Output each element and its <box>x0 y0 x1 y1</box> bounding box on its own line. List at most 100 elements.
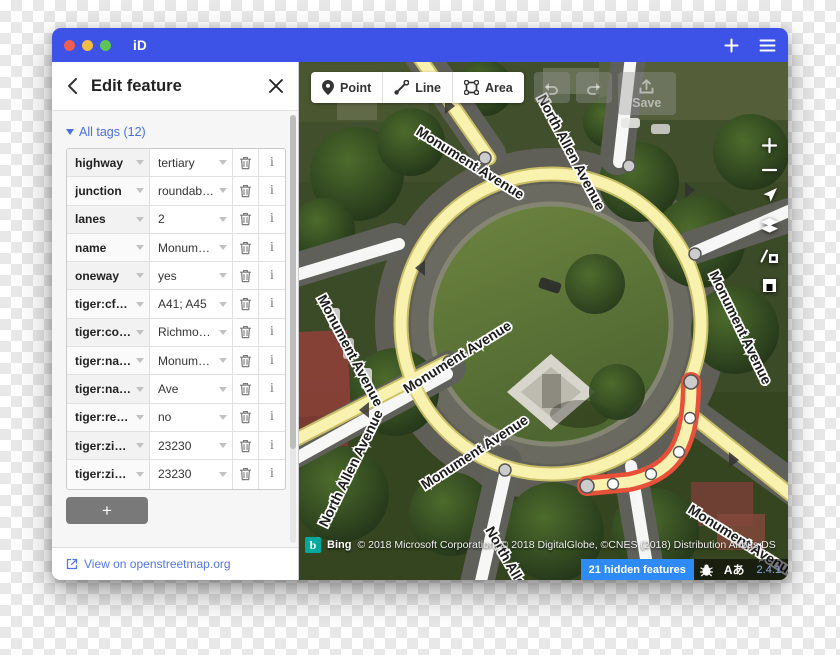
tag-info-icon[interactable]: i <box>259 149 285 176</box>
tag-info-icon[interactable]: i <box>259 347 285 374</box>
tag-value-field[interactable]: yes <box>150 262 233 290</box>
tag-key-label: tiger:zi… <box>75 467 127 482</box>
trash-icon <box>239 354 252 367</box>
tag-key-field[interactable]: highway <box>67 149 150 177</box>
view-on-openstreetmap-link[interactable]: View on openstreetmap.org <box>66 557 231 571</box>
table-row: name Monum… i <box>67 233 285 263</box>
external-link-icon <box>66 558 78 570</box>
draw-mode-group: Point Line Area <box>311 72 524 103</box>
tag-value-field[interactable]: tertiary <box>150 149 233 177</box>
close-icon[interactable] <box>268 78 284 94</box>
map-canvas[interactable]: Monument Avenue Monument Avenue Monument… <box>299 62 788 580</box>
tag-key-field[interactable]: junction <box>67 177 150 205</box>
delete-tag-icon[interactable] <box>233 205 259 233</box>
table-row: junction roundab… i <box>67 177 285 206</box>
tag-info-icon[interactable]: i <box>259 206 285 233</box>
all-tags-disclosure[interactable]: All tags (12) <box>52 111 298 148</box>
add-point-button[interactable]: Point <box>311 72 384 103</box>
chevron-down-icon <box>219 216 227 222</box>
hidden-features-badge[interactable]: 21 hidden features <box>580 559 694 580</box>
bug-icon[interactable] <box>694 559 719 580</box>
tag-key-field[interactable]: tiger:cf… <box>67 290 150 318</box>
back-icon[interactable] <box>64 75 85 97</box>
chevron-down-icon <box>219 358 227 364</box>
delete-tag-icon[interactable] <box>233 431 259 460</box>
tag-info-icon[interactable]: i <box>259 290 285 317</box>
chevron-down-icon <box>136 245 144 251</box>
tag-info-icon[interactable]: i <box>259 319 285 346</box>
tag-info-icon[interactable]: i <box>259 432 285 459</box>
plus-icon[interactable] <box>723 37 740 54</box>
close-window-button[interactable] <box>64 39 75 51</box>
tag-key-field[interactable]: tiger:co… <box>67 318 150 347</box>
chevron-down-icon <box>136 188 144 194</box>
delete-tag-icon[interactable] <box>233 149 259 177</box>
chevron-down-icon <box>219 414 227 420</box>
tag-key-field[interactable]: tiger:zi… <box>67 460 150 489</box>
window-controls[interactable] <box>64 39 111 51</box>
delete-tag-icon[interactable] <box>233 375 259 403</box>
tag-value-field[interactable]: Ave <box>150 375 233 403</box>
table-row: tiger:zi… 23230 i <box>67 431 285 461</box>
undo-icon <box>544 82 559 95</box>
tag-info-icon[interactable]: i <box>259 262 285 289</box>
tag-key-label: lanes <box>75 212 106 227</box>
delete-tag-icon[interactable] <box>233 403 259 431</box>
delete-tag-icon[interactable] <box>233 262 259 290</box>
tag-key-field[interactable]: tiger:na… <box>67 347 150 375</box>
tag-value-field[interactable]: A41; A45 <box>150 290 233 318</box>
language-icon[interactable]: Aあ <box>719 559 750 580</box>
tag-value-field[interactable]: roundab… <box>150 177 233 205</box>
minimize-window-button[interactable] <box>82 39 93 51</box>
undo-button[interactable] <box>533 72 570 103</box>
tag-key-field[interactable]: tiger:na… <box>67 375 150 403</box>
tag-info-icon[interactable]: i <box>259 404 285 431</box>
save-button[interactable]: Save <box>617 72 676 115</box>
tag-value-field[interactable]: 2 <box>150 205 233 233</box>
tag-key-field[interactable]: tiger:zi… <box>67 431 150 460</box>
add-line-button[interactable]: Line <box>383 72 453 103</box>
tag-value-field[interactable]: 23230 <box>150 431 233 460</box>
issues-icon[interactable] <box>761 277 778 294</box>
osm-link-label: View on openstreetmap.org <box>84 557 231 571</box>
tag-value-field[interactable]: 23230 <box>150 460 233 489</box>
maximize-window-button[interactable] <box>100 39 111 51</box>
trash-icon <box>239 439 252 452</box>
tag-value-field[interactable]: Monum… <box>150 347 233 375</box>
add-area-button[interactable]: Area <box>453 72 524 103</box>
tag-info-icon[interactable]: i <box>259 375 285 402</box>
map-data-icon[interactable] <box>760 247 779 264</box>
add-tag-button[interactable]: + <box>66 496 148 524</box>
delete-tag-icon[interactable] <box>233 318 259 347</box>
chevron-down-icon <box>136 329 144 335</box>
tag-key-field[interactable]: oneway <box>67 262 150 290</box>
redo-button[interactable] <box>575 72 612 103</box>
chevron-down-icon <box>219 160 227 166</box>
add-area-label: Area <box>484 80 513 95</box>
tag-value-label: 23230 <box>158 467 192 482</box>
delete-tag-icon[interactable] <box>233 347 259 375</box>
layers-icon[interactable] <box>760 217 779 234</box>
table-row: tiger:na… Monum… i <box>67 347 285 376</box>
delete-tag-icon[interactable] <box>233 233 259 262</box>
tag-key-field[interactable]: lanes <box>67 205 150 233</box>
tag-key-field[interactable]: name <box>67 233 150 262</box>
tag-info-icon[interactable]: i <box>259 460 285 488</box>
hamburger-icon[interactable] <box>759 38 776 53</box>
delete-tag-icon[interactable] <box>233 290 259 318</box>
table-row: tiger:cf… A41; A45 i <box>67 290 285 319</box>
save-upload-icon <box>639 78 654 93</box>
delete-tag-icon[interactable] <box>233 460 259 489</box>
tag-value-field[interactable]: Monum… <box>150 233 233 262</box>
delete-tag-icon[interactable] <box>233 177 259 205</box>
geolocate-icon[interactable] <box>761 186 779 204</box>
zoom-out-icon[interactable] <box>761 167 778 173</box>
sidebar-scrollbar[interactable] <box>290 115 296 543</box>
tag-info-icon[interactable]: i <box>259 177 285 204</box>
table-row: highway tertiary i <box>67 149 285 178</box>
tag-info-icon[interactable]: i <box>259 234 285 261</box>
tag-value-field[interactable]: Richmo… <box>150 318 233 347</box>
tag-value-field[interactable]: no <box>150 403 233 431</box>
tag-key-field[interactable]: tiger:re… <box>67 403 150 431</box>
zoom-in-icon[interactable] <box>761 137 778 154</box>
